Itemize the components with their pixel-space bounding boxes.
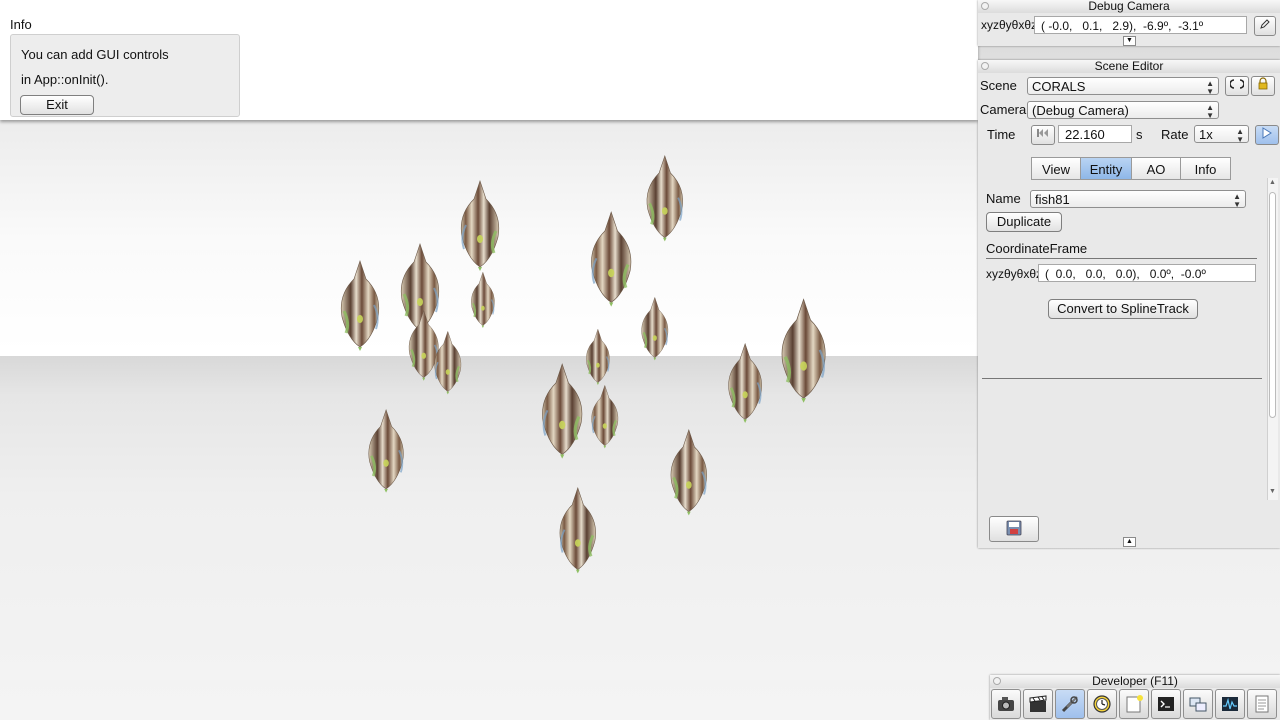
tab-info[interactable]: Info xyxy=(1180,157,1231,180)
name-label: Name xyxy=(986,191,1021,206)
reload-icon[interactable] xyxy=(1225,76,1249,96)
expand-down-icon[interactable]: ▼ xyxy=(1123,36,1136,46)
fish-model xyxy=(586,329,610,386)
scroll-up-icon[interactable]: ▲ xyxy=(1269,179,1276,186)
profiler-icon[interactable] xyxy=(1087,689,1117,719)
time-unit: s xyxy=(1136,127,1143,142)
entity-name-select[interactable]: fish81 ▲ ▼ xyxy=(1030,190,1246,209)
updown-arrows-icon: ▲ ▼ xyxy=(1236,127,1244,144)
entity-tab-content: Name fish81 ▲ ▼ Duplicate CoordinateFrame… xyxy=(982,178,1266,494)
windows-icon[interactable] xyxy=(1183,689,1213,719)
info-panel: Info You can add GUI controls in App::on… xyxy=(0,0,978,120)
info-text-line: in App::onInit(). xyxy=(21,72,109,87)
xyz-label: xyzθyθxθz xyxy=(981,18,1038,32)
tools-icon[interactable] xyxy=(1055,689,1085,719)
info-box: You can add GUI controls in App::onInit(… xyxy=(10,34,240,117)
fish-model xyxy=(670,429,708,516)
updown-arrows-icon: ▲ ▼ xyxy=(1206,103,1214,120)
scene-editor-window: Scene Editor Scene CORALS ▲ ▼ Camera (Deb… xyxy=(978,60,1280,548)
fish-model xyxy=(368,408,404,493)
xyz-label: xyzθyθxθz xyxy=(986,267,1043,281)
lock-icon[interactable] xyxy=(1251,76,1275,96)
camera-icon[interactable] xyxy=(991,689,1021,719)
entity-name-value: fish81 xyxy=(1035,192,1070,207)
updown-arrows-icon: ▲ ▼ xyxy=(1206,79,1214,96)
scene-editor-titlebar[interactable]: Scene Editor xyxy=(978,60,1280,73)
debug-camera-title: Debug Camera xyxy=(1088,0,1170,13)
info-title: Info xyxy=(10,17,32,32)
tab-view[interactable]: View xyxy=(1031,157,1081,180)
fish-model xyxy=(541,362,582,459)
play-icon[interactable] xyxy=(1255,125,1279,145)
close-icon[interactable] xyxy=(993,677,1001,685)
camera-select-value: (Debug Camera) xyxy=(1032,103,1129,118)
fish-model xyxy=(559,487,597,574)
scene-select-value: CORALS xyxy=(1032,79,1086,94)
duplicate-button[interactable]: Duplicate xyxy=(986,212,1062,232)
fish-model xyxy=(471,272,495,329)
developer-window: Developer (F11) xyxy=(990,675,1280,720)
fish-model xyxy=(646,155,684,242)
scene-editor-title: Scene Editor xyxy=(1094,59,1164,73)
info-text-line: You can add GUI controls xyxy=(21,47,169,62)
tab-entity[interactable]: Entity xyxy=(1080,157,1132,180)
rate-select-value: 1x xyxy=(1199,127,1213,142)
camera-select[interactable]: (Debug Camera) ▲ ▼ xyxy=(1027,101,1219,120)
rate-select[interactable]: 1x ▲ ▼ xyxy=(1194,125,1249,144)
developer-title: Developer (F11) xyxy=(1092,674,1178,688)
section-divider xyxy=(986,258,1257,259)
scene-label: Scene xyxy=(980,78,1017,93)
time-input[interactable]: 22.160 xyxy=(1058,125,1132,143)
rate-label: Rate xyxy=(1161,127,1189,142)
tab-ao[interactable]: AO xyxy=(1131,157,1181,180)
camera-frame-input[interactable]: ( -0.0, 0.1, 2.9), -6.9º, -3.1º xyxy=(1034,16,1247,34)
edit-pencil-icon[interactable] xyxy=(1254,16,1276,36)
fish-model xyxy=(590,210,631,307)
save-icon[interactable] xyxy=(989,516,1039,542)
fish-model xyxy=(591,384,619,449)
rewind-icon[interactable] xyxy=(1031,125,1055,145)
clapperboard-icon[interactable] xyxy=(1023,689,1053,719)
coordinate-frame-input[interactable]: ( 0.0, 0.0, 0.0), 0.0º, -0.0º xyxy=(1038,264,1256,282)
debug-camera-titlebar[interactable]: Debug Camera xyxy=(978,0,1280,13)
terminal-icon[interactable] xyxy=(1151,689,1181,719)
close-icon[interactable] xyxy=(981,2,989,10)
collapse-up-icon[interactable]: ▲ xyxy=(1123,537,1136,547)
scene-select[interactable]: CORALS ▲ ▼ xyxy=(1027,77,1219,96)
close-icon[interactable] xyxy=(981,62,989,70)
document-icon[interactable] xyxy=(1247,689,1277,719)
fish-model xyxy=(728,342,762,423)
graph-icon[interactable] xyxy=(1215,689,1245,719)
time-label: Time xyxy=(987,127,1016,142)
note-icon[interactable] xyxy=(1119,689,1149,719)
fish-model xyxy=(641,296,669,361)
developer-titlebar[interactable]: Developer (F11) xyxy=(990,675,1280,688)
convert-to-splinetrack-button[interactable]: Convert to SplineTrack xyxy=(1048,299,1198,319)
content-divider xyxy=(982,378,1262,379)
fish-model xyxy=(434,330,462,395)
exit-button[interactable]: Exit xyxy=(20,95,94,115)
scrollbar[interactable]: ▲ ▼ xyxy=(1267,178,1278,500)
debug-camera-window: Debug Camera xyzθyθxθz ( -0.0, 0.1, 2.9)… xyxy=(978,0,1280,46)
fish-model xyxy=(782,298,826,403)
scrollbar-thumb[interactable] xyxy=(1269,192,1276,418)
updown-arrows-icon: ▲ ▼ xyxy=(1233,192,1241,209)
fish-model xyxy=(340,260,380,351)
coordinate-frame-label: CoordinateFrame xyxy=(986,241,1088,256)
camera-label: Camera xyxy=(980,102,1027,117)
fish-model xyxy=(460,180,500,271)
scroll-down-icon[interactable]: ▼ xyxy=(1269,488,1276,495)
